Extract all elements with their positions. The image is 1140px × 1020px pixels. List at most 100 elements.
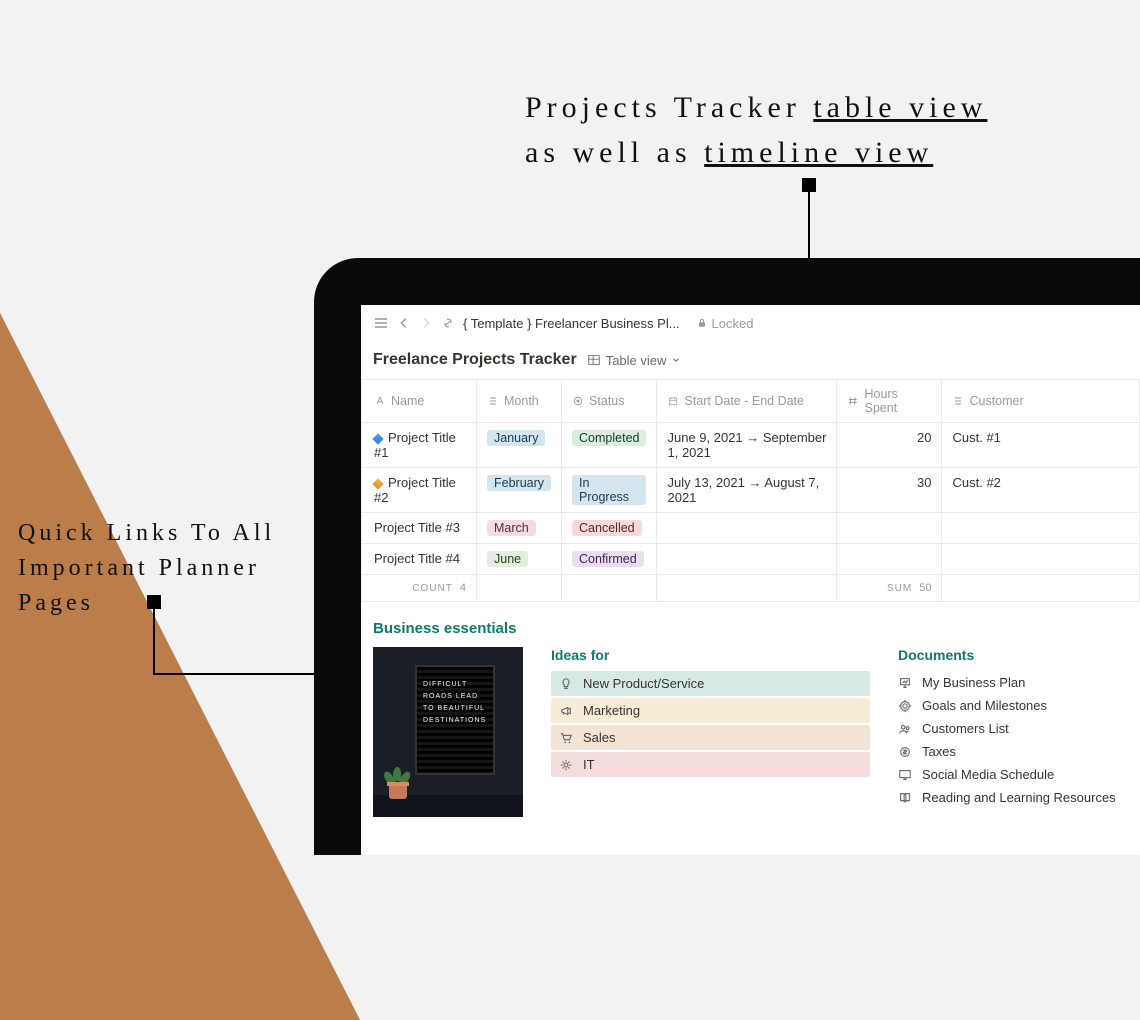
col-customer[interactable]: Customer — [969, 394, 1023, 408]
cell-hours: 20 — [917, 430, 931, 445]
photo-card: DIFFICULT ROADS LEAD TO BEAUTIFUL DESTIN… — [373, 647, 523, 817]
sum-value: 50 — [919, 582, 931, 594]
idea-row[interactable]: Marketing — [551, 698, 870, 723]
status-tag: Completed — [572, 430, 646, 446]
database-header: Freelance Projects Tracker Table view — [361, 345, 1140, 379]
col-status[interactable]: Status — [589, 394, 624, 408]
table-icon — [587, 353, 601, 367]
document-label: Reading and Learning Resources — [922, 790, 1116, 805]
text-type-icon — [374, 395, 386, 407]
app-screen: { Template } Freelancer Business Pl... L… — [361, 305, 1140, 855]
coin-icon — [898, 745, 914, 759]
topbar: { Template } Freelancer Business Pl... L… — [361, 305, 1140, 341]
calendar-icon — [667, 395, 679, 407]
idea-label: New Product/Service — [583, 676, 704, 691]
month-tag: February — [487, 475, 551, 491]
col-date[interactable]: Start Date - End Date — [684, 394, 804, 408]
background-triangle — [0, 0, 360, 1020]
cell-date: June 9, 2021 → September 1, 2021 — [667, 430, 826, 460]
number-icon — [847, 395, 859, 407]
table-row[interactable]: Project Title #4 June Confirmed — [362, 544, 1140, 575]
lock-icon — [696, 317, 708, 329]
col-month[interactable]: Month — [504, 394, 539, 408]
idea-label: IT — [583, 757, 595, 772]
cell-name: Project Title #1 — [374, 430, 456, 460]
table-row[interactable]: Project Title #3 March Cancelled — [362, 513, 1140, 544]
chevron-down-icon — [671, 355, 681, 365]
document-label: Taxes — [922, 744, 956, 759]
month-tag: June — [487, 551, 528, 567]
cell-name: Project Title #4 — [374, 551, 460, 566]
month-tag: March — [487, 520, 536, 536]
status-tag: Cancelled — [572, 520, 642, 536]
document-row[interactable]: Goals and Milestones — [898, 694, 1128, 717]
list-icon — [952, 395, 964, 407]
month-tag: January — [487, 430, 545, 446]
document-label: My Business Plan — [922, 675, 1025, 690]
breadcrumb[interactable]: { Template } Freelancer Business Pl... — [463, 316, 680, 331]
hero-caption: Projects Tracker table view as well as t… — [525, 85, 1080, 175]
idea-row[interactable]: New Product/Service — [551, 671, 870, 696]
ideas-column: Ideas for New Product/Service Marketing Sa… — [551, 647, 870, 779]
document-row[interactable]: Reading and Learning Resources — [898, 786, 1128, 809]
idea-label: Sales — [583, 730, 616, 745]
documents-column: Documents My Business Plan Goals and Mile… — [898, 647, 1128, 809]
col-hours[interactable]: Hours Spent — [864, 387, 931, 415]
document-label: Social Media Schedule — [922, 767, 1054, 782]
idea-row[interactable]: Sales — [551, 725, 870, 750]
locked-indicator[interactable]: Locked — [696, 316, 754, 331]
document-row[interactable]: Social Media Schedule — [898, 763, 1128, 786]
status-tag: Confirmed — [572, 551, 644, 567]
document-row[interactable]: Taxes — [898, 740, 1128, 763]
count-value: 4 — [460, 582, 466, 594]
cell-name: Project Title #2 — [374, 475, 456, 505]
document-label: Customers List — [922, 721, 1009, 736]
forward-icon[interactable] — [419, 316, 433, 330]
table-row[interactable]: Project Title #1 January Completed June 9, … — [362, 423, 1140, 468]
target-icon — [898, 699, 914, 713]
book-icon — [898, 791, 914, 805]
diamond-icon — [372, 433, 383, 444]
cart-icon — [559, 731, 575, 745]
plant-icon — [383, 771, 411, 799]
cell-date: July 13, 2021 → August 7, 2021 — [667, 475, 819, 505]
people-icon — [898, 722, 914, 736]
menu-icon[interactable] — [373, 315, 389, 331]
essentials-heading: Business essentials — [361, 602, 1140, 647]
monitor-icon — [898, 768, 914, 782]
gear-icon — [559, 758, 575, 772]
count-label: COUNT — [412, 583, 453, 594]
documents-title: Documents — [898, 647, 1128, 663]
letterboard-text: DIFFICULT ROADS LEAD TO BEAUTIFUL DESTIN… — [415, 665, 495, 775]
sum-label: SUM — [887, 583, 912, 594]
bulb-icon — [559, 677, 575, 691]
status-icon — [572, 395, 584, 407]
document-row[interactable]: My Business Plan — [898, 671, 1128, 694]
locked-label: Locked — [712, 316, 754, 331]
back-icon[interactable] — [397, 316, 411, 330]
table-row[interactable]: Project Title #2FebruaryIn ProgressJuly … — [362, 468, 1140, 513]
database-title[interactable]: Freelance Projects Tracker — [373, 351, 577, 369]
cell-customer: Cust. #2 — [952, 475, 1000, 490]
view-label: Table view — [606, 353, 667, 368]
idea-row[interactable]: IT — [551, 752, 870, 777]
cell-name: Project Title #3 — [374, 520, 460, 535]
document-label: Goals and Milestones — [922, 698, 1047, 713]
hero-line1-underline: table view — [813, 91, 987, 124]
list-icon — [487, 395, 499, 407]
hero-line2-underline: timeline view — [704, 136, 933, 169]
hero-line1-pre: Projects Tracker — [525, 91, 813, 124]
cell-hours: 30 — [917, 475, 931, 490]
hero-line2-pre: as well as — [525, 136, 704, 169]
document-row[interactable]: Customers List — [898, 717, 1128, 740]
device-frame: { Template } Freelancer Business Pl... L… — [314, 258, 1140, 855]
ideas-title: Ideas for — [551, 647, 870, 663]
cell-customer: Cust. #1 — [952, 430, 1000, 445]
presentation-icon — [898, 676, 914, 690]
link-icon[interactable] — [441, 316, 455, 330]
megaphone-icon — [559, 704, 575, 718]
diamond-icon — [372, 478, 383, 489]
idea-label: Marketing — [583, 703, 640, 718]
col-name[interactable]: Name — [391, 394, 424, 408]
view-selector[interactable]: Table view — [587, 353, 682, 368]
